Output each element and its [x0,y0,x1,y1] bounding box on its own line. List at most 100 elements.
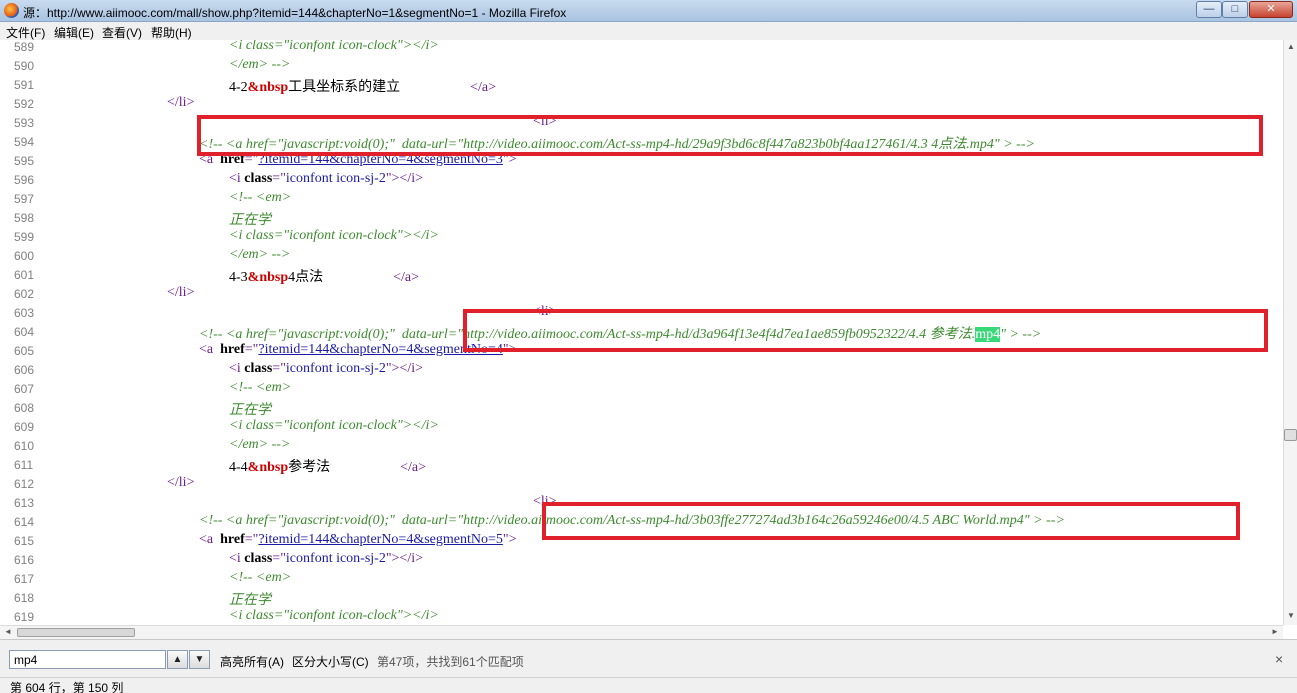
source-line: 616 <i class="iconfont icon-sj-2"></i> [0,550,1283,569]
line-number: 606 [14,363,35,377]
source-link[interactable]: ?itemid=144&chapterNo=4&segmentNo=5 [258,532,503,547]
code-token: 4-4 [229,460,248,475]
code-token: </a> [400,460,427,475]
line-code: <i class="iconfont icon-clock"></i> [229,608,439,624]
line-number: 591 [14,78,35,92]
line-number: 612 [14,477,35,491]
code-token: =" [244,342,259,357]
code-token: "></i> [385,551,424,566]
line-number: 610 [14,439,35,453]
line-number: 618 [14,591,35,605]
line-number: 604 [14,325,35,339]
line-number: 594 [14,135,35,149]
code-token: href [220,532,245,547]
code-token: "></i> [385,361,424,376]
find-next-button[interactable]: ▼ [189,650,210,669]
line-number: 614 [14,515,35,529]
line-code: </li> [167,285,194,301]
line-number: 616 [14,553,35,567]
code-token: <i class="iconfont icon-clock"></i> [229,228,439,243]
maximize-button[interactable]: □ [1222,1,1248,18]
scroll-down-icon[interactable]: ▼ [1285,611,1297,623]
line-code: <i class="iconfont icon-clock"></i> [229,418,439,434]
vertical-scroll-thumb[interactable] [1284,429,1297,441]
highlight-all-button[interactable]: 高亮所有(A) [220,653,284,670]
line-number: 597 [14,192,35,206]
code-token: </a> [470,80,497,95]
source-line: 590 </em> --> [0,56,1283,75]
line-code: <a href="?itemid=144&chapterNo=4&segment… [199,532,517,548]
minimize-button[interactable]: — [1196,1,1222,18]
source-line: 619 <i class="iconfont icon-clock"></i> [0,607,1283,625]
status-bar: 第 604 行，第 150 列 [0,677,1297,693]
annotation-box-line-604 [463,309,1268,352]
code-token: 4-2 [229,80,248,95]
line-code: <i class="iconfont icon-sj-2"></i> [229,171,423,187]
code-token: "></i> [385,171,424,186]
menu-edit[interactable]: 编辑(E) [54,24,94,41]
line-number: 603 [14,306,35,320]
match-case-checkbox[interactable]: 区分大小写(C) [292,653,369,670]
line-code: </em> --> [229,437,290,453]
window-titlebar: 源：http://www.aiimooc.com/mall/show.php?i… [0,0,1297,22]
code-token: 4点法 [288,270,394,285]
code-token: 正在学 [229,213,271,228]
code-token: iconfont icon-sj-2 [285,551,386,566]
line-number: 608 [14,401,35,415]
source-line: 592 </li> [0,94,1283,113]
code-token: <a [199,532,221,547]
close-find-bar-icon[interactable]: × [1275,651,1283,667]
code-token: 正在学 [229,403,271,418]
source-line: 599 <i class="iconfont icon-clock"></i> [0,227,1283,246]
line-number: 602 [14,287,35,301]
menu-help[interactable]: 帮助(H) [151,24,192,41]
source-line: 608 正在学 [0,398,1283,418]
line-number: 592 [14,97,35,111]
scroll-up-icon[interactable]: ▲ [1285,42,1297,54]
line-code: 4-3&nbsp4点法 </a> [229,266,419,286]
source-line: 617 <!-- <em> [0,569,1283,588]
code-token: </em> --> [229,57,291,72]
line-number: 595 [14,154,35,168]
annotation-box-line-594 [197,115,1263,156]
code-token: =" [244,532,259,547]
close-window-button[interactable]: ✕ [1249,1,1293,18]
find-previous-button[interactable]: ▲ [167,650,188,669]
code-token: =" [273,40,290,53]
line-code: 正在学 [229,209,271,229]
source-line: 597 <!-- <em> [0,189,1283,208]
line-number: 601 [14,268,35,282]
menu-bar: 文件(F) 编辑(E) 查看(V) 帮助(H) [0,22,1297,40]
code-token: iconfont icon-sj-2 [285,171,386,186]
horizontal-scrollbar[interactable]: ◄ ► [0,625,1283,639]
line-code: <!-- <em> [229,380,291,396]
line-code: <i class="iconfont icon-sj-2"></i> [229,551,423,567]
source-line: 591 4-2&nbsp工具坐标系的建立 </a> [0,75,1283,95]
menu-file[interactable]: 文件(F) [6,24,45,41]
code-token: &nbsp [247,460,289,475]
menu-view[interactable]: 查看(V) [102,24,142,41]
line-number: 596 [14,173,35,187]
code-token: class [244,171,273,186]
find-bar: ▲ ▼ 高亮所有(A) 区分大小写(C) 第47项，共找到61个匹配项 × [0,639,1297,677]
code-token: <a [199,342,221,357]
line-number: 600 [14,249,35,263]
code-token: <!-- <em> [229,380,292,395]
code-token: =" [272,361,286,376]
scroll-left-icon[interactable]: ◄ [2,627,14,636]
source-line: 618 正在学 [0,588,1283,609]
line-number: 593 [14,116,35,130]
code-token: <i class="iconfont icon-clock"></i> [229,608,439,623]
code-token: <i [229,361,245,376]
vertical-scrollbar[interactable]: ▲ ▼ [1283,40,1297,625]
find-input[interactable] [9,650,166,669]
code-token: i [238,40,246,53]
code-token: 工具坐标系的建立 [288,80,471,95]
code-token: "></i> [396,40,439,53]
scroll-right-icon[interactable]: ► [1269,627,1281,636]
line-number: 617 [14,572,35,586]
code-token: "> [502,532,517,547]
horizontal-scroll-thumb[interactable] [17,628,135,637]
line-code: </li> [167,95,194,111]
line-code: 正在学 [229,589,271,609]
